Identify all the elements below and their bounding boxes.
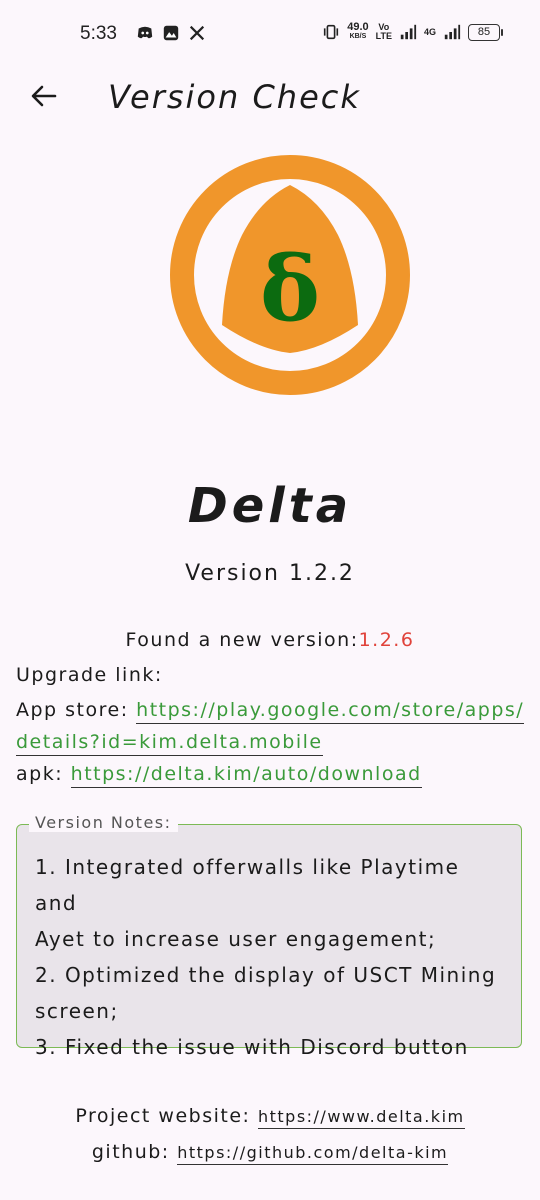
website-label: Project website: xyxy=(75,1105,258,1127)
website-row: Project website: https://www.delta.kim xyxy=(0,1105,540,1129)
discord-icon xyxy=(137,26,153,39)
note-line: Ayet to increase user engagement; xyxy=(35,927,437,951)
appstore-link-line1[interactable]: https://play.google.com/store/apps/ xyxy=(136,699,525,724)
app-name: Delta xyxy=(187,478,353,534)
appstore-link-line2[interactable]: details?id=kim.delta.mobile xyxy=(16,731,323,756)
net-speed: 49.0 KB/S xyxy=(347,21,369,41)
signal-icon-2 xyxy=(444,24,461,40)
appstore-row: App store: https://play.google.com/store… xyxy=(16,699,525,724)
notification-icons xyxy=(136,24,206,42)
page-title: Version Check xyxy=(108,78,361,116)
website-link[interactable]: https://www.delta.kim xyxy=(257,1107,465,1129)
x-logo-icon xyxy=(189,25,205,41)
github-link[interactable]: https://github.com/delta-kim xyxy=(177,1143,449,1165)
note-line: 2. Optimized the display of USCT Mining xyxy=(35,963,497,987)
status-time: 5:33 xyxy=(80,23,117,44)
app-bar: Version Check xyxy=(0,66,540,130)
app-version: Version 1.2.2 xyxy=(185,561,355,586)
notes-legend: Version Notes: xyxy=(29,813,178,832)
new-version-number: 1.2.6 xyxy=(358,629,415,651)
version-notes-box: Version Notes: 1. Integrated offerwalls … xyxy=(16,813,522,1059)
github-label: github: xyxy=(91,1141,178,1163)
new-version-notice: Found a new version:1.2.6 xyxy=(0,629,540,651)
appstore-row-2: details?id=kim.delta.mobile xyxy=(16,731,323,756)
github-row: github: https://github.com/delta-kim xyxy=(0,1141,540,1165)
notes-list: 1. Integrated offerwalls like Playtime a… xyxy=(35,849,507,1065)
apk-link[interactable]: https://delta.kim/auto/download xyxy=(70,763,422,788)
found-label: Found a new version: xyxy=(125,629,359,651)
vibrate-icon xyxy=(324,24,339,40)
note-line: 3. Fixed the issue with Discord button xyxy=(35,1035,469,1059)
status-right: 49.0 KB/S Vo LTE 4G 85 xyxy=(322,21,503,42)
signal-icon xyxy=(400,24,417,40)
upgrade-label: Upgrade link: xyxy=(16,664,163,686)
volte-badge: Vo LTE xyxy=(375,22,392,41)
gallery-icon xyxy=(163,25,179,41)
delta-glyph: δ xyxy=(260,236,320,342)
note-line: 1. Integrated offerwalls like Playtime a… xyxy=(35,855,460,915)
delta-logo: δ xyxy=(170,155,410,395)
status-bar: 5:33 49.0 KB/S Vo LTE 4G 85 xyxy=(0,0,540,66)
battery-icon: 85 xyxy=(468,23,503,41)
network-type: 4G xyxy=(423,26,436,37)
appstore-label: App store: xyxy=(16,699,137,721)
apk-row: apk: https://delta.kim/auto/download xyxy=(16,763,422,788)
back-arrow-icon[interactable] xyxy=(24,76,64,116)
note-line: screen; xyxy=(35,999,119,1023)
apk-label: apk: xyxy=(16,763,71,785)
